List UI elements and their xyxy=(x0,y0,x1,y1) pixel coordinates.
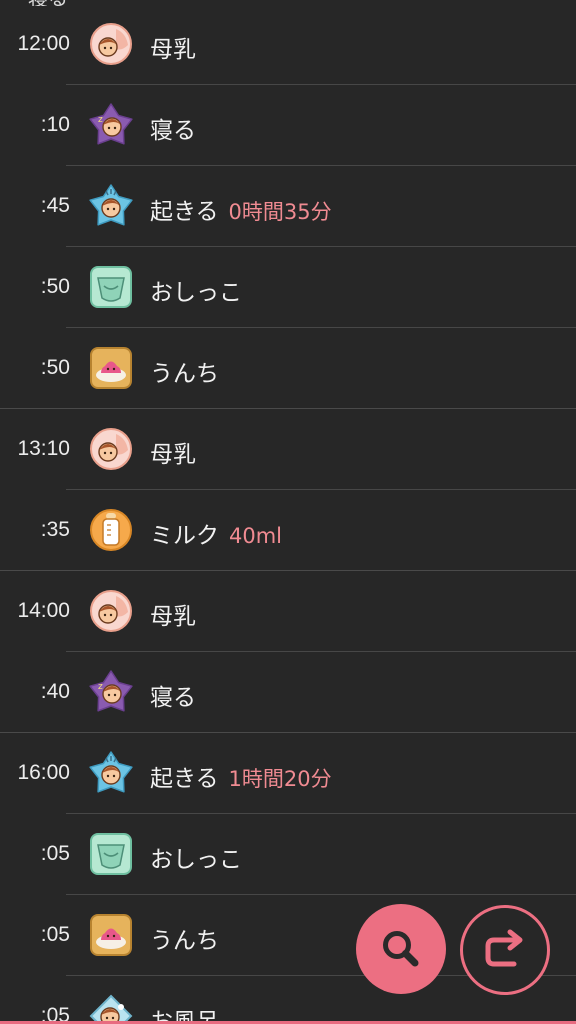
log-entry-row[interactable]: :45 起きる 0時間35分 xyxy=(0,166,576,247)
entry-time: :40 xyxy=(40,680,70,703)
entry-time: :50 xyxy=(40,356,70,379)
entry-detail: 0時間35分 xyxy=(228,200,332,224)
entry-time: :50 xyxy=(40,275,70,298)
entry-label-text: 母乳 xyxy=(150,442,196,468)
entry-label-text: ミルク xyxy=(150,523,219,549)
entry-label: ミルク 40ml xyxy=(150,516,282,550)
entry-label-text: 母乳 xyxy=(150,37,196,63)
breastfeed-icon xyxy=(88,588,134,634)
pee-icon xyxy=(88,831,134,877)
entry-detail: 40ml xyxy=(229,524,283,548)
bath-icon xyxy=(88,993,134,1024)
breastfeed-icon xyxy=(88,426,134,472)
log-timeline: 12:00 母乳 :10 z 寝る :45 起きる 0時間35分 :50 おしっこ :50 うんち 13… xyxy=(0,0,576,1024)
poop-icon xyxy=(88,345,134,391)
entry-label: 寝る xyxy=(150,111,196,145)
log-entry-row[interactable]: :50 おしっこ xyxy=(0,247,576,328)
entry-label-text: うんち xyxy=(150,361,219,387)
redo-button[interactable] xyxy=(460,905,550,995)
entry-time: :45 xyxy=(40,194,70,217)
log-entry-row[interactable]: :05 おしっこ xyxy=(0,814,576,895)
entry-time: 14:00 xyxy=(17,599,70,622)
entry-label-text: 寝る xyxy=(150,685,196,711)
entry-label: 母乳 xyxy=(150,597,196,631)
entry-label-text: 寝る xyxy=(150,118,196,144)
entry-time: :35 xyxy=(40,518,70,541)
log-entry-row[interactable]: :35 ミルク 40ml xyxy=(0,490,576,571)
log-entry-row[interactable]: 12:00 母乳 xyxy=(0,4,576,85)
wake-icon xyxy=(88,183,134,229)
log-entry-row[interactable]: :40 z 寝る xyxy=(0,652,576,733)
entry-label: うんち xyxy=(150,921,219,955)
entry-label: おしっこ xyxy=(150,840,242,874)
log-entry-row[interactable]: 14:00 母乳 xyxy=(0,571,576,652)
entry-time: :10 xyxy=(40,113,70,136)
entry-label: 母乳 xyxy=(150,30,196,64)
sleep-icon: z xyxy=(88,102,134,148)
entry-time: :05 xyxy=(40,842,70,865)
log-entry-row[interactable]: 13:10 母乳 xyxy=(0,409,576,490)
sleep-icon: z xyxy=(88,669,134,715)
log-entry-row[interactable]: :50 うんち xyxy=(0,328,576,409)
entry-label-text: おしっこ xyxy=(150,847,242,873)
redo-arrow-icon xyxy=(480,928,530,972)
search-icon xyxy=(378,926,424,972)
search-button[interactable] xyxy=(356,904,446,994)
svg-text:z: z xyxy=(98,682,103,692)
milk-bottle-icon xyxy=(88,507,134,553)
app-screen: 寝る 12:00 母乳 :10 z 寝る :45 起きる 0時間35分 :50 おしっこ :50 うん… xyxy=(0,0,576,1024)
entry-label: おしっこ xyxy=(150,273,242,307)
entry-label-text: 母乳 xyxy=(150,604,196,630)
wake-icon xyxy=(88,750,134,796)
entry-label-text: おしっこ xyxy=(150,280,242,306)
pee-icon xyxy=(88,264,134,310)
entry-label: 母乳 xyxy=(150,435,196,469)
entry-label: 寝る xyxy=(150,678,196,712)
entry-label: うんち xyxy=(150,354,219,388)
entry-detail: 1時間20分 xyxy=(228,767,332,791)
breastfeed-icon xyxy=(88,21,134,67)
log-entry-row[interactable]: 16:00 起きる 1時間20分 xyxy=(0,733,576,814)
entry-time: :05 xyxy=(40,923,70,946)
entry-label-text: 起きる xyxy=(150,199,219,225)
svg-text:z: z xyxy=(98,115,103,125)
entry-label-text: 起きる xyxy=(150,766,219,792)
entry-label: 起きる 1時間20分 xyxy=(150,759,332,793)
entry-time: 16:00 xyxy=(17,761,70,784)
entry-time: 12:00 xyxy=(17,32,70,55)
entry-label-text: うんち xyxy=(150,928,219,954)
poop-icon xyxy=(88,912,134,958)
log-entry-row[interactable]: :10 z 寝る xyxy=(0,85,576,166)
entry-label: 起きる 0時間35分 xyxy=(150,192,332,226)
entry-time: 13:10 xyxy=(17,437,70,460)
